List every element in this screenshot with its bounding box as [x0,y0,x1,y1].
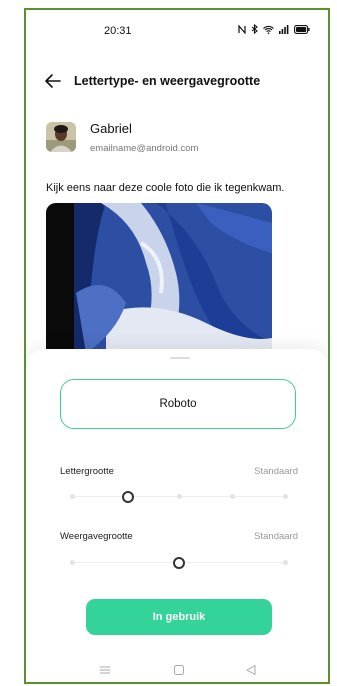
navigation-bar [26,655,328,682]
slider-thumb[interactable] [173,557,185,569]
font-name: Roboto [159,398,197,410]
status-bar: 20:31 [26,10,328,50]
slider-thumb[interactable] [121,491,134,503]
display-size-value: Standaard [254,531,298,542]
font-selector[interactable]: Roboto [60,379,296,429]
menu-button[interactable] [98,663,112,677]
font-size-value: Standaard [254,466,298,477]
back-triangle-icon [246,665,256,675]
status-time: 20:31 [104,25,132,37]
slider-step-dot[interactable] [70,494,75,499]
bluetooth-icon [251,24,258,34]
font-settings-sheet: Roboto Lettergrootte Standaard Weergaveg… [26,349,328,682]
wifi-icon [263,25,274,34]
sender-email: emailname@android.com [90,143,199,154]
home-button[interactable] [172,663,186,677]
signal-icon [279,24,289,34]
status-icons [238,24,310,34]
font-size-label: Lettergrootte [60,466,114,477]
avatar [46,122,76,152]
header: Lettertype- en weergavegrootte [26,62,328,102]
drag-handle[interactable] [170,357,190,359]
message-text: Kijk eens naar deze coole foto die ik te… [46,182,285,194]
arrow-left-icon [45,74,61,88]
nav-back-button[interactable] [244,663,258,677]
slider-step-dot[interactable] [229,494,235,499]
message-photo [46,203,272,358]
apply-button[interactable]: In gebruik [86,599,272,635]
font-size-slider[interactable] [70,491,288,503]
slider-step-dot[interactable] [283,494,288,499]
nfc-icon [238,24,246,34]
sender-name: Gabriel [90,121,132,136]
slider-step-dot[interactable] [176,494,182,499]
display-size-label: Weergavegrootte [60,531,133,542]
slider-step-dot[interactable] [283,560,288,565]
slider-step-dot[interactable] [70,560,75,565]
menu-icon [100,666,110,674]
page-title: Lettertype- en weergavegrootte [74,74,261,88]
back-button[interactable] [42,70,64,92]
battery-icon [294,24,310,34]
display-size-slider[interactable] [70,557,288,569]
phone-screen: 20:31 Lettertype- en weergavegrootte Gab… [24,8,330,684]
home-icon [174,665,184,675]
